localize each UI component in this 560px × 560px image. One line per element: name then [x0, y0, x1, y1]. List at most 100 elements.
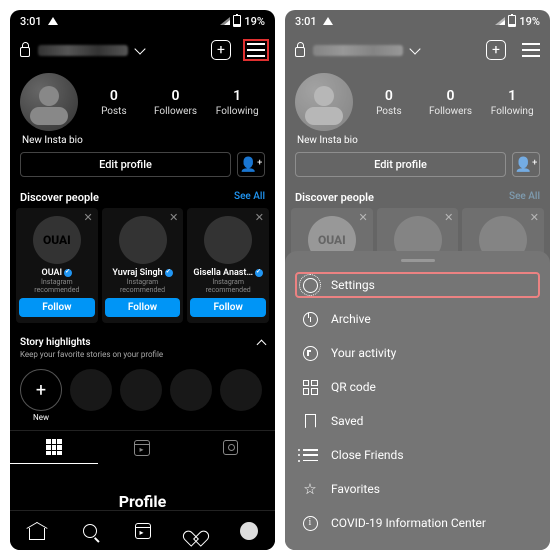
warning-icon [48, 17, 58, 25]
qr-icon [301, 378, 319, 396]
stat-posts[interactable]: 0Posts [86, 88, 142, 117]
stat-posts[interactable]: 0Posts [361, 88, 417, 117]
nav-search[interactable] [63, 511, 116, 550]
new-highlight-button[interactable]: + [20, 369, 62, 411]
battery-icon [508, 15, 516, 27]
profile-tabs [10, 430, 275, 464]
follow-button[interactable]: Follow [190, 298, 266, 317]
battery-icon [233, 15, 241, 27]
grid-icon [46, 439, 62, 455]
stat-followers[interactable]: 0Followers [148, 88, 204, 117]
menu-settings[interactable]: Settings [291, 268, 544, 302]
tab-tagged[interactable] [187, 431, 275, 464]
screenshot-left: 3:01 19% + 0Posts 0Followers 1Following … [10, 10, 275, 550]
options-menu-sheet[interactable]: Settings Archive Your activity QR code S… [285, 251, 550, 550]
status-bar: 3:01 19% [285, 10, 550, 32]
tagged-icon [223, 440, 238, 455]
see-all-link[interactable]: See All [234, 191, 265, 204]
tab-grid[interactable] [10, 431, 98, 464]
menu-qr-code[interactable]: QR code [285, 370, 550, 404]
menu-button[interactable] [522, 43, 540, 57]
chevron-down-icon[interactable] [409, 43, 420, 54]
close-icon[interactable]: ✕ [255, 211, 264, 224]
stat-followers[interactable]: 0Followers [423, 88, 479, 117]
drag-handle[interactable] [401, 259, 435, 262]
verified-icon [165, 269, 173, 277]
discover-people-button[interactable]: 👤⁺ [237, 152, 265, 177]
close-icon[interactable]: ✕ [83, 211, 92, 224]
profile-avatar[interactable] [295, 73, 353, 131]
discover-header: Discover people See All [285, 185, 550, 208]
empty-title: Profile [30, 492, 255, 511]
nav-profile[interactable] [222, 511, 275, 550]
bottom-nav [10, 510, 275, 550]
tab-reels[interactable] [98, 431, 186, 464]
status-time: 3:01 [20, 15, 42, 28]
suggestion-avatar[interactable] [119, 216, 167, 264]
suggestion-card: ✕ Yuvraj Singh Instagram recommended Fol… [102, 208, 184, 323]
nav-home[interactable] [10, 511, 63, 550]
discover-people-button[interactable]: 👤⁺ [512, 152, 540, 177]
username-blurred[interactable] [313, 45, 403, 56]
profile-header: 0Posts 0Followers 1Following [285, 68, 550, 133]
status-time: 3:01 [295, 15, 317, 28]
signal-icon [220, 17, 230, 25]
archive-icon [301, 310, 319, 328]
nav-reels[interactable] [116, 511, 169, 550]
highlight-placeholder [70, 369, 112, 411]
suggestion-card: ✕ Gisella Anast… Instagram recommended F… [187, 208, 269, 323]
discover-cards: ✕ OUAI OUAI Instagram recommended Follow… [10, 208, 275, 329]
verified-icon [64, 269, 72, 277]
edit-profile-button[interactable]: Edit profile [20, 152, 231, 177]
nav-activity[interactable] [169, 511, 222, 550]
follow-button[interactable]: Follow [105, 298, 181, 317]
profile-topbar: + [285, 32, 550, 68]
suggestion-avatar[interactable]: OUAI [33, 216, 81, 264]
list-icon [301, 446, 319, 464]
profile-avatar[interactable] [20, 73, 78, 131]
stat-following[interactable]: 1Following [209, 88, 265, 117]
profile-header: 0Posts 0Followers 1Following [10, 68, 275, 133]
menu-archive[interactable]: Archive [285, 302, 550, 336]
menu-saved[interactable]: Saved [285, 404, 550, 438]
stat-following[interactable]: 1Following [484, 88, 540, 117]
close-icon[interactable]: ✕ [358, 211, 367, 224]
discover-header: Discover people See All [10, 185, 275, 208]
status-bar: 3:01 19% [10, 10, 275, 32]
highlight-placeholder [170, 369, 212, 411]
menu-your-activity[interactable]: Your activity [285, 336, 550, 370]
follow-button[interactable]: Follow [19, 298, 95, 317]
username-blurred[interactable] [38, 45, 128, 56]
activity-icon [301, 344, 319, 362]
close-icon[interactable]: ✕ [444, 211, 453, 224]
bookmark-icon [301, 412, 319, 430]
menu-close-friends[interactable]: Close Friends [285, 438, 550, 472]
lock-icon [295, 47, 305, 57]
new-post-button[interactable]: + [486, 40, 506, 60]
menu-favorites[interactable]: ☆ Favorites [285, 472, 550, 506]
menu-button[interactable] [247, 43, 265, 57]
highlight-placeholder [220, 369, 262, 411]
suggestion-card: ✕ OUAI OUAI Instagram recommended Follow [16, 208, 98, 323]
close-icon[interactable]: ✕ [530, 211, 539, 224]
warning-icon [323, 17, 333, 25]
star-icon: ☆ [301, 480, 319, 498]
chevron-up-icon[interactable] [257, 339, 267, 349]
heart-icon [188, 524, 204, 538]
search-icon [83, 524, 97, 538]
menu-covid-info[interactable]: COVID-19 Information Center [285, 506, 550, 540]
edit-profile-button[interactable]: Edit profile [295, 152, 506, 177]
lock-icon [20, 47, 30, 57]
close-icon[interactable]: ✕ [169, 211, 178, 224]
battery-pct: 19% [519, 15, 540, 28]
chevron-down-icon[interactable] [134, 43, 145, 54]
highlight-placeholder [120, 369, 162, 411]
profile-bio: New Insta bio [10, 133, 275, 152]
suggestion-avatar[interactable] [204, 216, 252, 264]
battery-pct: 19% [244, 15, 265, 28]
info-icon [301, 514, 319, 532]
profile-topbar: + [10, 32, 275, 68]
highlight-bubbles: + New [10, 363, 275, 430]
new-post-button[interactable]: + [211, 40, 231, 60]
see-all-link[interactable]: See All [509, 191, 540, 204]
